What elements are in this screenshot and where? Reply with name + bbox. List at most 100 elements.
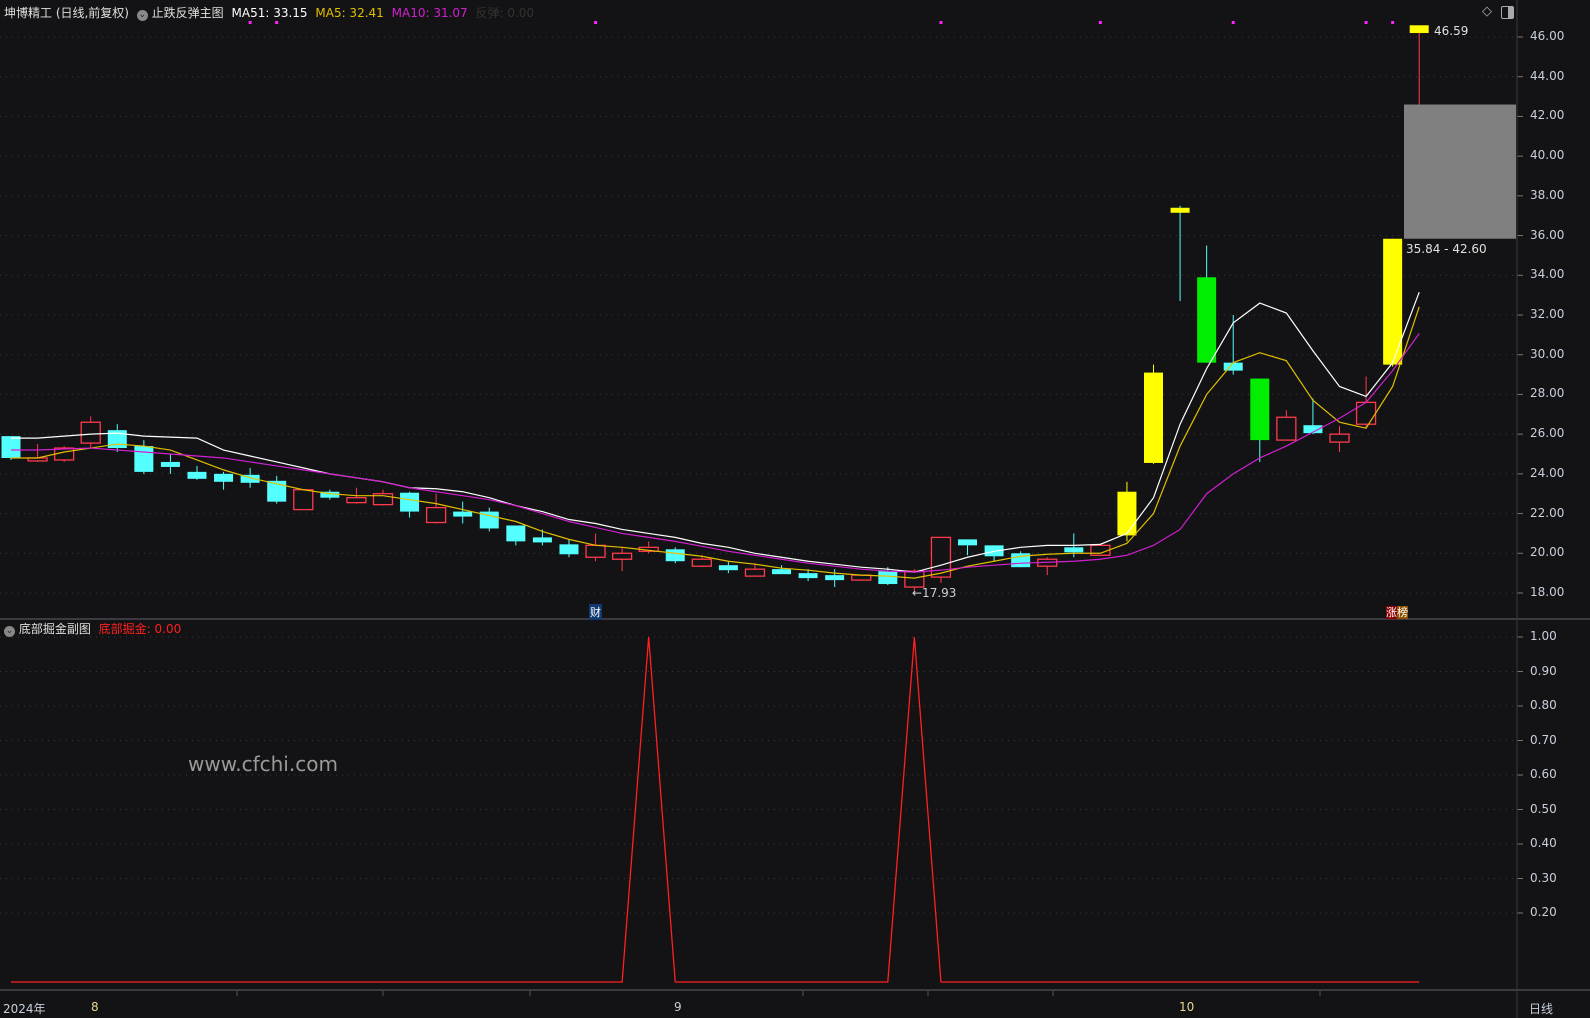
ma10-line xyxy=(11,333,1420,573)
main-header: 坤博精工 (日线,前复权) ⌄ 止跌反弹主图 MA51: 33.15 MA5: … xyxy=(4,4,534,21)
month-label: 10 xyxy=(1179,1000,1195,1014)
signal-dots xyxy=(248,21,1395,24)
chevron-down-icon[interactable]: ⌄ xyxy=(4,626,15,637)
sub-header: ⌄ 底部掘金副图 底部掘金: 0.00 xyxy=(4,620,181,637)
candle-body xyxy=(425,506,447,524)
signal-dot xyxy=(275,21,279,24)
gap-box xyxy=(1404,104,1516,239)
rebound-value: 反弹: 0.00 xyxy=(475,6,535,20)
price-tick-label: 44.00 xyxy=(1530,68,1565,83)
signal-dot xyxy=(248,21,252,24)
candle-body xyxy=(691,558,712,567)
stock-title[interactable]: 坤博精工 (日线,前复权) xyxy=(4,6,129,20)
month-label: 8 xyxy=(91,1000,99,1014)
price-tick-label: 30.00 xyxy=(1530,346,1565,361)
gap-label: 35.84 - 42.60 xyxy=(1406,242,1487,256)
candle-body xyxy=(80,421,101,444)
sub-tick-label: 1.00 xyxy=(1530,629,1557,643)
candle-body xyxy=(1117,491,1137,536)
finance-tag[interactable]: 财 xyxy=(589,604,602,620)
candle-body xyxy=(718,565,738,571)
candle-body xyxy=(400,492,420,512)
sub-tick-label: 0.20 xyxy=(1530,905,1557,919)
chart-canvas[interactable] xyxy=(0,0,1590,1018)
candle-body xyxy=(532,537,552,543)
watermark: www.cfchi.com xyxy=(188,752,338,776)
candle-body xyxy=(453,511,473,517)
candle-body xyxy=(611,552,633,560)
signal-dot xyxy=(1098,21,1102,24)
signal-dot xyxy=(594,21,598,24)
grid xyxy=(0,36,1523,996)
candle-body xyxy=(559,544,579,555)
year-label: 2024年 xyxy=(3,1002,46,1016)
candle-body xyxy=(1197,277,1217,363)
ma10-value: MA10: 31.07 xyxy=(391,6,468,20)
sub-tick-label: 0.90 xyxy=(1530,663,1557,678)
price-tick-label: 32.00 xyxy=(1530,306,1565,321)
sub-tick-label: 0.80 xyxy=(1530,698,1557,712)
signal-dot xyxy=(1391,21,1395,24)
sub-tick-label: 0.50 xyxy=(1530,801,1557,816)
ma-white-value: MA51: 33.15 xyxy=(231,6,308,20)
price-tick-label: 34.00 xyxy=(1530,267,1565,282)
sub-tick-label: 0.30 xyxy=(1530,870,1557,885)
price-tick-label: 26.00 xyxy=(1530,426,1565,441)
candle-body xyxy=(1355,401,1377,425)
candle-body xyxy=(798,573,818,579)
candles xyxy=(1,25,1429,595)
low-label: ←17.93 xyxy=(912,586,957,600)
chevron-down-icon[interactable]: ⌄ xyxy=(136,10,148,21)
price-tick-label: 38.00 xyxy=(1530,187,1565,202)
panel-toggle-icon[interactable] xyxy=(1501,6,1514,19)
ma5-value: MA5: 32.41 xyxy=(315,6,384,20)
candle-body xyxy=(1144,372,1164,463)
candle-body xyxy=(1329,433,1350,443)
candle-body xyxy=(958,539,978,546)
candle-body xyxy=(878,571,898,585)
signal-dot xyxy=(1364,21,1368,24)
candle-body xyxy=(214,473,234,482)
candle-body xyxy=(744,568,766,577)
candle-body xyxy=(904,570,925,588)
price-tick-label: 24.00 xyxy=(1530,465,1565,480)
candle-body xyxy=(293,489,314,511)
rank-tag-part: 榜 xyxy=(1397,606,1408,619)
candle-body xyxy=(187,471,207,479)
candle-body xyxy=(1276,416,1297,441)
candle-body xyxy=(665,549,685,562)
rank-tag-part: 涨 xyxy=(1386,606,1397,619)
candle-body xyxy=(825,575,845,581)
month-label: 9 xyxy=(674,1000,682,1014)
bottom-gold-value: 底部掘金: 0.00 xyxy=(98,622,182,636)
candle-body xyxy=(585,544,606,558)
candle-body xyxy=(1223,362,1243,371)
period-button[interactable]: 日线 xyxy=(1529,1000,1553,1017)
high-label: 46.59 xyxy=(1434,24,1469,38)
price-tick-label: 18.00 xyxy=(1530,584,1565,599)
rank-tag[interactable]: 涨榜 xyxy=(1386,604,1408,620)
candle-body xyxy=(1409,25,1429,34)
price-tick-label: 40.00 xyxy=(1530,148,1565,163)
candle-body xyxy=(1250,378,1270,441)
candle-body xyxy=(1170,207,1190,213)
sub-tick-label: 0.40 xyxy=(1530,836,1557,850)
candle-body xyxy=(506,525,526,542)
signal-dot xyxy=(1231,21,1235,24)
candle-body xyxy=(134,446,154,472)
sub-tick-label: 0.70 xyxy=(1530,732,1557,747)
diamond-icon[interactable]: ◇ xyxy=(1482,4,1492,19)
sub-indicator-name[interactable]: 底部掘金副图 xyxy=(19,622,91,636)
price-tick-label: 28.00 xyxy=(1530,386,1565,401)
price-tick-label: 22.00 xyxy=(1530,505,1565,520)
price-tick-label: 46.00 xyxy=(1530,29,1565,43)
candle-body xyxy=(1064,547,1084,553)
candle-body xyxy=(772,569,792,575)
candle-body xyxy=(160,461,180,467)
candle-body xyxy=(1,436,21,458)
indicator-name[interactable]: 止跌反弹主图 xyxy=(152,6,224,20)
signal-dot xyxy=(939,21,943,24)
candle-body xyxy=(346,497,367,504)
price-tick-label: 20.00 xyxy=(1530,545,1565,560)
price-tick-label: 36.00 xyxy=(1530,227,1565,242)
